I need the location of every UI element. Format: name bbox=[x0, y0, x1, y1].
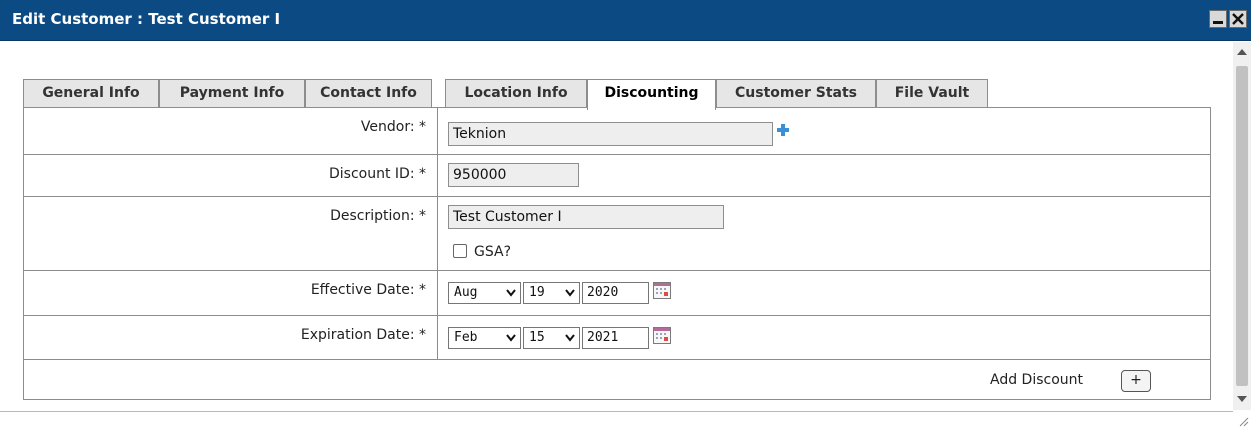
effective-month-value: Aug bbox=[454, 285, 478, 300]
calendar-icon[interactable] bbox=[653, 327, 671, 344]
effective-month-select[interactable]: Aug bbox=[448, 282, 521, 304]
vertical-scrollbar[interactable] bbox=[1233, 42, 1251, 410]
effective-day-select[interactable]: 19 bbox=[523, 282, 580, 304]
minimize-button[interactable] bbox=[1209, 10, 1227, 28]
expiration-date-label: Expiration Date: * bbox=[24, 316, 438, 359]
expiration-day-value: 15 bbox=[529, 330, 545, 345]
discount-id-field[interactable]: 950000 bbox=[448, 163, 579, 187]
expiration-year-field[interactable]: 2021 bbox=[582, 327, 649, 349]
tab-general-info[interactable]: General Info bbox=[23, 79, 159, 108]
tab-file-vault[interactable]: File Vault bbox=[876, 79, 988, 108]
description-field[interactable]: Test Customer I bbox=[448, 205, 724, 229]
calendar-icon[interactable] bbox=[653, 282, 671, 299]
discount-id-row: Discount ID: * 950000 bbox=[24, 155, 1210, 197]
expiration-month-select[interactable]: Feb bbox=[448, 327, 521, 349]
chevron-down-icon bbox=[506, 334, 516, 342]
tab-customer-stats[interactable]: Customer Stats bbox=[716, 79, 876, 108]
add-discount-button[interactable]: + bbox=[1121, 370, 1151, 392]
effective-year-field[interactable]: 2020 bbox=[582, 282, 649, 304]
vendor-label: Vendor: * bbox=[24, 108, 438, 154]
vendor-field[interactable]: Teknion bbox=[448, 122, 773, 146]
gsa-checkbox[interactable] bbox=[453, 244, 467, 258]
effective-date-label: Effective Date: * bbox=[24, 271, 438, 315]
scroll-down-icon[interactable] bbox=[1237, 396, 1247, 402]
chevron-down-icon bbox=[506, 289, 516, 297]
tab-payment-info[interactable]: Payment Info bbox=[159, 79, 305, 108]
chevron-down-icon bbox=[565, 289, 575, 297]
tab-discounting[interactable]: Discounting bbox=[587, 79, 716, 110]
tab-contact-info[interactable]: Contact Info bbox=[305, 79, 432, 108]
expiration-day-select[interactable]: 15 bbox=[523, 327, 580, 349]
resize-grip-icon[interactable] bbox=[1237, 415, 1249, 427]
close-icon bbox=[1232, 13, 1244, 25]
add-discount-label: Add Discount bbox=[990, 372, 1084, 388]
window-title: Edit Customer : Test Customer I bbox=[12, 10, 281, 28]
close-button[interactable] bbox=[1229, 10, 1247, 28]
expiration-month-value: Feb bbox=[454, 330, 478, 345]
discounting-panel: Vendor: * Teknion Discount ID: * 950000 … bbox=[23, 107, 1211, 400]
description-label: Description: * bbox=[24, 197, 438, 270]
add-vendor-icon[interactable] bbox=[776, 123, 790, 137]
window-bottom-border bbox=[0, 411, 1233, 412]
effective-day-value: 19 bbox=[529, 285, 545, 300]
scrollbar-thumb[interactable] bbox=[1236, 66, 1248, 386]
gsa-label: GSA? bbox=[474, 244, 512, 260]
vendor-row: Vendor: * Teknion bbox=[24, 108, 1210, 155]
chevron-down-icon bbox=[565, 334, 575, 342]
discount-id-label: Discount ID: * bbox=[24, 155, 438, 196]
window-titlebar: Edit Customer : Test Customer I bbox=[0, 0, 1251, 41]
scroll-up-icon[interactable] bbox=[1237, 49, 1247, 55]
expiration-date-row: Expiration Date: * Feb 15 2021 bbox=[24, 316, 1210, 360]
tab-location-info[interactable]: Location Info bbox=[445, 79, 587, 108]
effective-date-row: Effective Date: * Aug 19 2020 bbox=[24, 271, 1210, 316]
description-row: Description: * Test Customer I GSA? bbox=[24, 197, 1210, 271]
